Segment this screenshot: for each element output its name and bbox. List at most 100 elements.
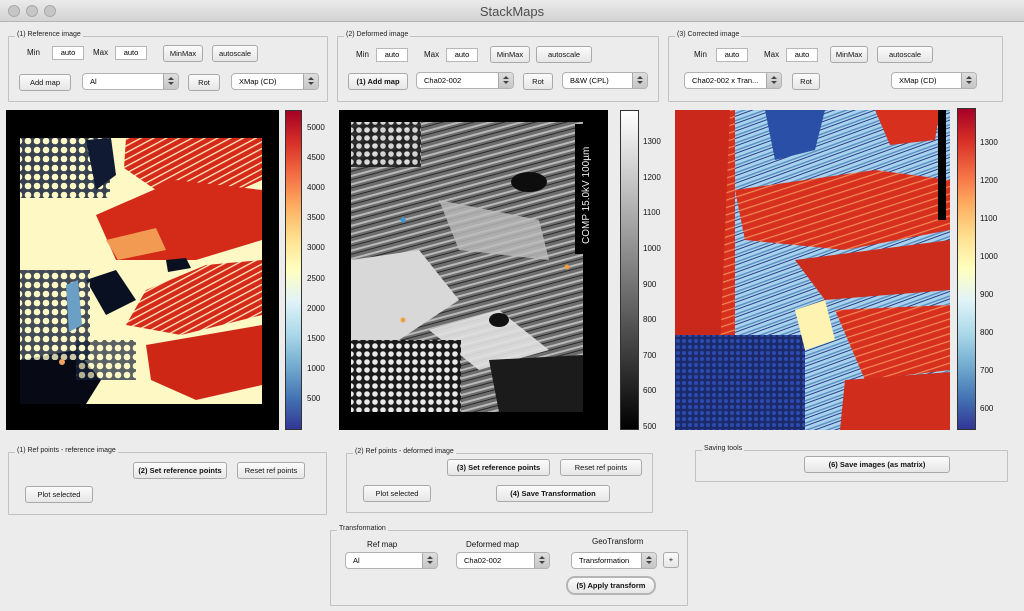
select-arrows-icon [163,74,178,89]
ref-points-deformed-panel: (2) Ref points - deformed image (3) Set … [346,448,653,513]
geotransform-label: GeoTransform [592,537,644,546]
reference-colorbar-tick-label: 5000 [307,123,325,132]
corrected-panel-label: (3) Corrected image [675,31,742,38]
saving-tools-panel-label: Saving tools [702,445,745,452]
deformed-add-map-button[interactable]: (1) Add map [348,73,408,90]
deformed-mode-select[interactable]: B&W (CPL) [562,72,648,89]
reference-map-select-value: Al [90,77,97,86]
window-title: StackMaps [479,4,545,19]
reference-colorbar-tick-label: 2500 [307,273,325,283]
ref-map-select-value: Al [353,556,360,565]
reference-map-select[interactable]: Al [82,73,179,90]
ref-map-select[interactable]: Al [345,552,438,569]
reference-add-map-button[interactable]: Add map [19,74,71,91]
ref-points-reference-panel: (1) Ref points - reference image (2) Set… [8,447,327,515]
set-reference-points-button[interactable]: (2) Set reference points [133,462,227,479]
reference-minmax-button[interactable]: MinMax [163,45,203,62]
reference-mode-select[interactable]: XMap (CD) [231,73,319,90]
reference-image-panel: (1) Reference image Min auto Max auto Mi… [8,31,328,102]
corrected-map-image[interactable] [675,110,950,430]
reference-colorbar-tick-label: 500 [307,394,321,403]
geotransform-select[interactable]: Transformation [571,552,657,569]
corrected-colorbar-tick-label: 900 [980,290,994,299]
select-arrows-icon [303,74,318,89]
reference-min-label: Min [27,48,40,57]
corrected-rot-button[interactable]: Rot [792,73,820,90]
set-deformed-points-button[interactable]: (3) Set reference points [447,459,550,476]
deformed-mode-select-value: B&W (CPL) [570,76,609,85]
deformed-map-image[interactable]: COMP 15.0kV 100µm [339,110,608,430]
corrected-minmax-button[interactable]: MinMax [830,46,868,63]
plot-selected-button[interactable]: Plot selected [25,486,93,503]
corrected-image-panel: (3) Corrected image Min auto Max auto Mi… [668,31,1003,102]
reference-max-field[interactable]: auto [115,46,147,60]
corrected-colorbar-tick-label: 1100 [980,214,998,223]
ref-points-reference-panel-label: (1) Ref points - reference image [15,447,118,454]
transformation-panel-label: Transformation [337,525,388,532]
corrected-map-select-value: Cha02-002 x Tran... [692,76,759,85]
corrected-map-select[interactable]: Cha02-002 x Tran... [684,72,782,89]
reference-colorbar-tick-label: 1000 [307,363,325,373]
apply-transform-button[interactable]: (5) Apply transform [566,576,656,595]
deformed-image-panel: (2) Deformed image Min auto Max auto Min… [337,31,659,102]
reference-rot-button[interactable]: Rot [188,74,220,91]
deformed-map-transform-select[interactable]: Cha02-002 [456,552,550,569]
deformed-image-annotation: COMP 15.0kV 100µm [581,147,592,244]
save-images-button[interactable]: (6) Save images (as matrix) [804,456,950,473]
deformed-min-field[interactable]: auto [376,48,408,62]
reference-autoscale-button[interactable]: autoscale [212,45,258,62]
deformed-colorbar-tick-label: 600 [643,386,657,396]
deformed-colorbar-tick-label: 1300 [643,137,661,146]
reference-colorbar-tick-label: 4500 [307,153,325,163]
corrected-autoscale-button[interactable]: autoscale [877,46,933,63]
deformed-colorbar-tick-label: 500 [643,422,657,431]
reference-colorbar-tick-label: 1500 [307,333,325,343]
corrected-min-label: Min [694,50,707,59]
deformed-min-label: Min [356,50,369,59]
reset-deformed-ref-points-button[interactable]: Reset ref points [560,459,642,476]
corrected-colorbar-tick-label: 1000 [980,252,998,261]
reference-colorbar-tick-label: 4000 [307,183,325,193]
deformed-minmax-button[interactable]: MinMax [490,46,530,63]
deformed-max-label: Max [424,50,440,59]
select-arrows-icon [766,73,781,88]
title-bar: StackMaps [0,0,1024,22]
geotransform-select-value: Transformation [579,556,630,565]
save-transformation-button[interactable]: (4) Save Transformation [496,485,610,502]
reference-mode-select-value: XMap (CD) [239,77,277,86]
corrected-mode-select[interactable]: XMap (CD) [891,72,977,89]
deformed-colorbar-tick-label: 900 [643,279,657,289]
corrected-colorbar-tick-label: 700 [980,366,994,375]
deformed-rot-button[interactable]: Rot [523,73,553,90]
select-arrows-icon [961,73,976,88]
corrected-colorbar-tick-label: 800 [980,328,994,337]
deformed-map-transform-select-value: Cha02-002 [464,556,502,565]
ref-map-label: Ref map [367,540,398,549]
corrected-max-label: Max [764,50,780,59]
corrected-mode-select-value: XMap (CD) [899,76,937,85]
plot-selected-deformed-button[interactable]: Plot selected [363,485,431,502]
reference-max-label: Max [93,48,109,57]
select-arrows-icon [632,73,647,88]
corrected-colorbar-tick-label: 1200 [980,176,998,185]
transformation-panel: Transformation Ref map Al Deformed map C… [330,525,688,606]
deformed-map-select[interactable]: Cha02-002 [416,72,514,89]
ref-points-deformed-panel-label: (2) Ref points - deformed image [353,448,456,455]
saving-tools-panel: Saving tools (6) Save images (as matrix) [695,445,1008,482]
deformed-map-label: Deformed map [466,540,519,549]
add-transform-button[interactable]: + [663,552,679,568]
deformed-colorbar-tick-label: 1200 [643,172,661,182]
corrected-colorbar-tick-label: 1300 [980,138,998,147]
reset-ref-points-button[interactable]: Reset ref points [237,462,305,479]
deformed-max-field[interactable]: auto [446,48,478,62]
corrected-min-field[interactable]: auto [716,48,748,62]
reference-map-image[interactable] [6,110,279,430]
reference-colorbar-tick-label: 3000 [307,243,325,253]
reference-min-field[interactable]: auto [52,46,84,60]
select-arrows-icon [641,553,656,568]
corrected-colorbar-tick-label: 600 [980,404,994,413]
deformed-colorbar-tick-label: 700 [643,350,657,360]
deformed-colorbar [620,110,639,430]
deformed-autoscale-button[interactable]: autoscale [536,46,592,63]
corrected-max-field[interactable]: auto [786,48,818,62]
